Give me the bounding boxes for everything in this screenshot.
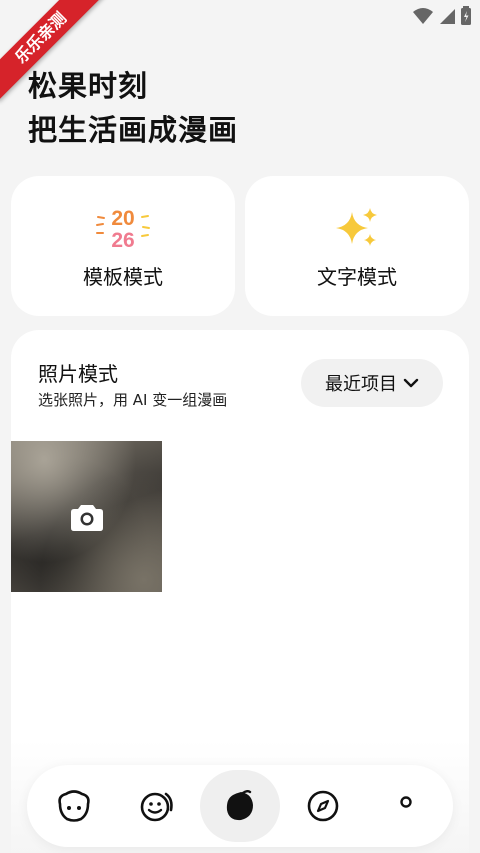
smiley-icon	[140, 792, 173, 822]
mascot-head-icon	[58, 790, 91, 822]
photo-mode-subtitle: 选张照片，用 AI 变一组漫画	[38, 391, 228, 409]
app-slogan: 把生活画成漫画	[28, 113, 239, 147]
year-2026-icon: 20 26	[95, 203, 151, 253]
template-mode-card[interactable]: 20 26 模板模式	[11, 176, 235, 316]
bottom-tab-bar	[27, 765, 453, 847]
app-headline: 松果时刻 把生活画成漫画	[28, 64, 238, 152]
template-mode-label: 模板模式	[83, 264, 163, 289]
year-icon-top: 20	[111, 207, 134, 230]
app-title: 松果时刻	[28, 69, 149, 103]
camera-capture-tile[interactable]	[11, 441, 162, 592]
tab-create[interactable]	[199, 770, 280, 842]
tab-explore[interactable]	[283, 770, 363, 842]
album-selector-label: 最近项目	[325, 374, 397, 395]
tab-home[interactable]	[34, 770, 114, 842]
sparkle-icon	[334, 203, 380, 253]
compass-icon	[307, 790, 339, 822]
camera-icon	[70, 504, 103, 531]
chevron-down-icon	[403, 378, 419, 388]
text-mode-card[interactable]: 文字模式	[245, 176, 469, 316]
signal-icon	[440, 9, 455, 24]
text-mode-label: 文字模式	[317, 264, 397, 289]
pinecone-icon	[226, 790, 253, 821]
photo-mode-title: 照片模式	[38, 362, 118, 386]
year-icon-bottom: 26	[111, 229, 134, 252]
tab-profile[interactable]	[366, 770, 446, 842]
dot-icon	[399, 796, 412, 808]
status-icons	[412, 6, 472, 26]
album-selector-button[interactable]: 最近项目	[301, 359, 443, 407]
tab-social[interactable]	[117, 770, 197, 842]
wifi-icon	[413, 8, 433, 24]
battery-icon	[461, 6, 471, 25]
